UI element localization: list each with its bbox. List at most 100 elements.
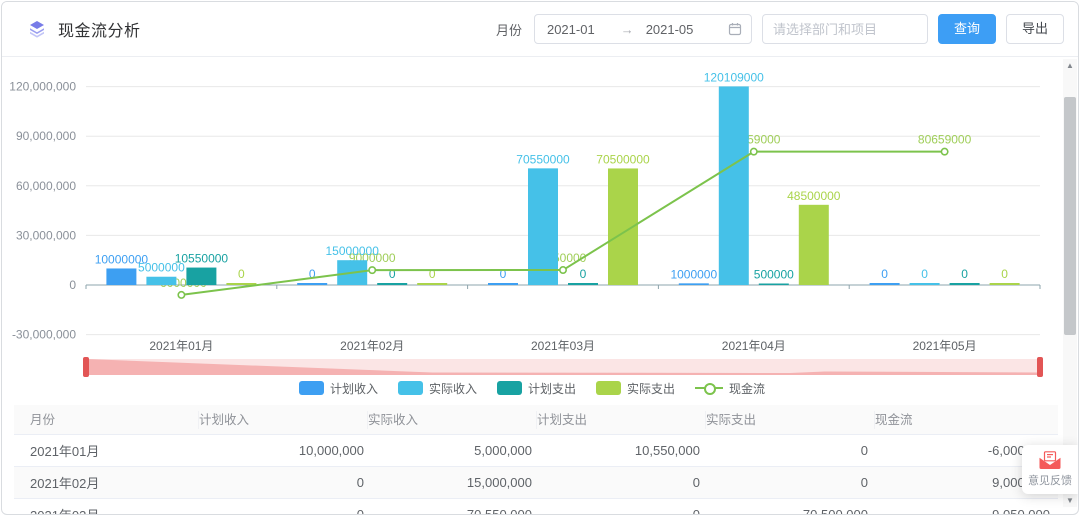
vertical-scrollbar[interactable]: ▲ ▼ bbox=[1063, 59, 1077, 507]
col-header-plan-expense: 计划支出 bbox=[537, 411, 706, 429]
layers-icon bbox=[28, 20, 46, 38]
department-project-input[interactable] bbox=[762, 14, 928, 44]
cell-actual-expense: 70,500,000 bbox=[702, 507, 870, 515]
legend-label: 现金流 bbox=[729, 380, 765, 397]
svg-text:48500000: 48500000 bbox=[787, 189, 841, 203]
cell-plan-income: 0 bbox=[198, 507, 366, 515]
legend-marker-cashflow-line bbox=[695, 381, 723, 395]
cell-plan-income: 0 bbox=[198, 475, 366, 490]
x-axis-labels: 2021年01月2021年02月2021年03月2021年04月2021年05月 bbox=[149, 339, 976, 353]
legend-label: 实际收入 bbox=[429, 380, 477, 397]
scrollbar-thumb[interactable] bbox=[1064, 97, 1076, 335]
legend-item-plan-income[interactable]: 计划收入 bbox=[299, 380, 378, 397]
col-header-month: 月份 bbox=[30, 411, 199, 429]
cell-month: 2021年01月 bbox=[30, 441, 198, 460]
svg-text:0: 0 bbox=[921, 267, 928, 281]
cell-actual-income: 15,000,000 bbox=[366, 475, 534, 490]
svg-text:0: 0 bbox=[69, 278, 76, 292]
line-marker[interactable] bbox=[941, 148, 947, 154]
line-marker[interactable] bbox=[751, 148, 757, 154]
legend-marker-plan-income bbox=[299, 381, 324, 395]
bar-计划收入[interactable] bbox=[679, 283, 709, 285]
bar-实际支出[interactable] bbox=[990, 283, 1020, 285]
scrollbar-up-arrow-icon[interactable]: ▲ bbox=[1063, 59, 1077, 72]
line-marker[interactable] bbox=[560, 267, 566, 273]
bar-计划收入[interactable] bbox=[870, 283, 900, 285]
bar-计划支出[interactable] bbox=[377, 283, 407, 285]
cell-plan-income: 10,000,000 bbox=[198, 443, 366, 458]
cell-actual-income: 70,550,000 bbox=[366, 507, 534, 515]
bar-实际收入[interactable] bbox=[719, 86, 749, 285]
svg-text:2021年03月: 2021年03月 bbox=[531, 339, 595, 353]
line-marker[interactable] bbox=[178, 292, 184, 298]
gridlines bbox=[86, 87, 1040, 335]
cashflow-line[interactable] bbox=[178, 148, 948, 298]
cell-month: 2021年02月 bbox=[30, 473, 198, 492]
table-row: 2021年03月 0 70,550,000 0 70,500,000 9,050… bbox=[14, 499, 1058, 515]
cell-plan-expense: 0 bbox=[534, 507, 702, 515]
bar-计划支出[interactable] bbox=[186, 268, 216, 285]
bar-计划支出[interactable] bbox=[950, 283, 980, 285]
header-controls: 月份 2021-01 → 2021-05 查询 导出 bbox=[496, 14, 1064, 44]
bar-计划收入[interactable] bbox=[297, 283, 327, 285]
cashflow-chart[interactable]: 120,000,00090,000,00060,000,00030,000,00… bbox=[2, 58, 1062, 380]
svg-text:120109000: 120109000 bbox=[704, 70, 764, 84]
svg-text:60,000,000: 60,000,000 bbox=[16, 179, 76, 193]
bar-实际支出[interactable] bbox=[226, 283, 256, 285]
legend-marker-actual-expense bbox=[596, 381, 621, 395]
bar-实际支出[interactable] bbox=[417, 283, 447, 285]
svg-text:0: 0 bbox=[580, 267, 587, 281]
chart-legend: 计划收入 实际收入 计划支出 实际支出 现金流 bbox=[2, 380, 1062, 396]
table-row: 2021年02月 0 15,000,000 0 0 9,000,000 bbox=[14, 467, 1058, 499]
calendar-icon[interactable] bbox=[728, 22, 742, 36]
bar-计划支出[interactable] bbox=[759, 284, 789, 286]
datazoom-handle-right[interactable] bbox=[1037, 357, 1043, 377]
start-date-input[interactable]: 2021-01 bbox=[547, 22, 595, 37]
bar-实际收入[interactable] bbox=[528, 168, 558, 285]
svg-text:500000: 500000 bbox=[754, 268, 794, 282]
page-title-group: 现金流分析 bbox=[28, 17, 141, 41]
datazoom-handle-left[interactable] bbox=[83, 357, 89, 377]
svg-text:15000000: 15000000 bbox=[326, 244, 380, 258]
table-row: 2021年01月 10,000,000 5,000,000 10,550,000… bbox=[14, 435, 1058, 467]
svg-text:80659000: 80659000 bbox=[918, 133, 972, 147]
bar-实际收入[interactable] bbox=[146, 277, 176, 285]
chart-datazoom-slider[interactable] bbox=[83, 357, 1043, 377]
bar-计划收入[interactable] bbox=[488, 283, 518, 285]
svg-text:0: 0 bbox=[881, 267, 888, 281]
feedback-label: 意见反馈 bbox=[1028, 472, 1072, 488]
page-title: 现金流分析 bbox=[58, 17, 141, 41]
export-button[interactable]: 导出 bbox=[1006, 14, 1064, 44]
bar-计划收入[interactable] bbox=[106, 268, 136, 285]
cell-actual-expense: 0 bbox=[702, 475, 870, 490]
legend-marker-actual-income bbox=[398, 381, 423, 395]
page-header: 现金流分析 月份 2021-01 → 2021-05 查询 导出 bbox=[2, 2, 1078, 57]
cell-plan-expense: 10,550,000 bbox=[534, 443, 702, 458]
legend-item-cashflow[interactable]: 现金流 bbox=[695, 380, 765, 397]
query-button[interactable]: 查询 bbox=[938, 14, 996, 44]
legend-marker-plan-expense bbox=[497, 381, 522, 395]
bar-实际收入[interactable] bbox=[910, 283, 940, 285]
table-header-row: 月份 计划收入 实际收入 计划支出 实际支出 现金流 bbox=[14, 405, 1058, 435]
legend-label: 计划收入 bbox=[330, 380, 378, 397]
svg-text:2021年02月: 2021年02月 bbox=[340, 339, 404, 353]
cashflow-table: 月份 计划收入 实际收入 计划支出 实际支出 现金流 2021年01月 10,0… bbox=[14, 405, 1058, 515]
legend-item-actual-income[interactable]: 实际收入 bbox=[398, 380, 477, 397]
svg-text:0: 0 bbox=[238, 267, 245, 281]
line-marker[interactable] bbox=[369, 267, 375, 273]
legend-item-actual-expense[interactable]: 实际支出 bbox=[596, 380, 675, 397]
col-header-actual-income: 实际收入 bbox=[368, 411, 537, 429]
svg-text:2021年05月: 2021年05月 bbox=[913, 339, 977, 353]
legend-item-plan-expense[interactable]: 计划支出 bbox=[497, 380, 576, 397]
scrollbar-down-arrow-icon[interactable]: ▼ bbox=[1063, 494, 1077, 507]
cashflow-analysis-page: 现金流分析 月份 2021-01 → 2021-05 查询 导出 bbox=[1, 1, 1079, 515]
date-range-picker[interactable]: 2021-01 → 2021-05 bbox=[534, 14, 752, 44]
bar-计划支出[interactable] bbox=[568, 283, 598, 285]
bar-实际支出[interactable] bbox=[799, 205, 829, 285]
legend-label: 实际支出 bbox=[627, 380, 675, 397]
svg-text:120,000,000: 120,000,000 bbox=[9, 80, 76, 94]
end-date-input[interactable]: 2021-05 bbox=[646, 22, 694, 37]
svg-text:0: 0 bbox=[389, 267, 396, 281]
feedback-button[interactable]: 意见反馈 bbox=[1022, 445, 1078, 494]
svg-text:2021年01月: 2021年01月 bbox=[149, 339, 213, 353]
